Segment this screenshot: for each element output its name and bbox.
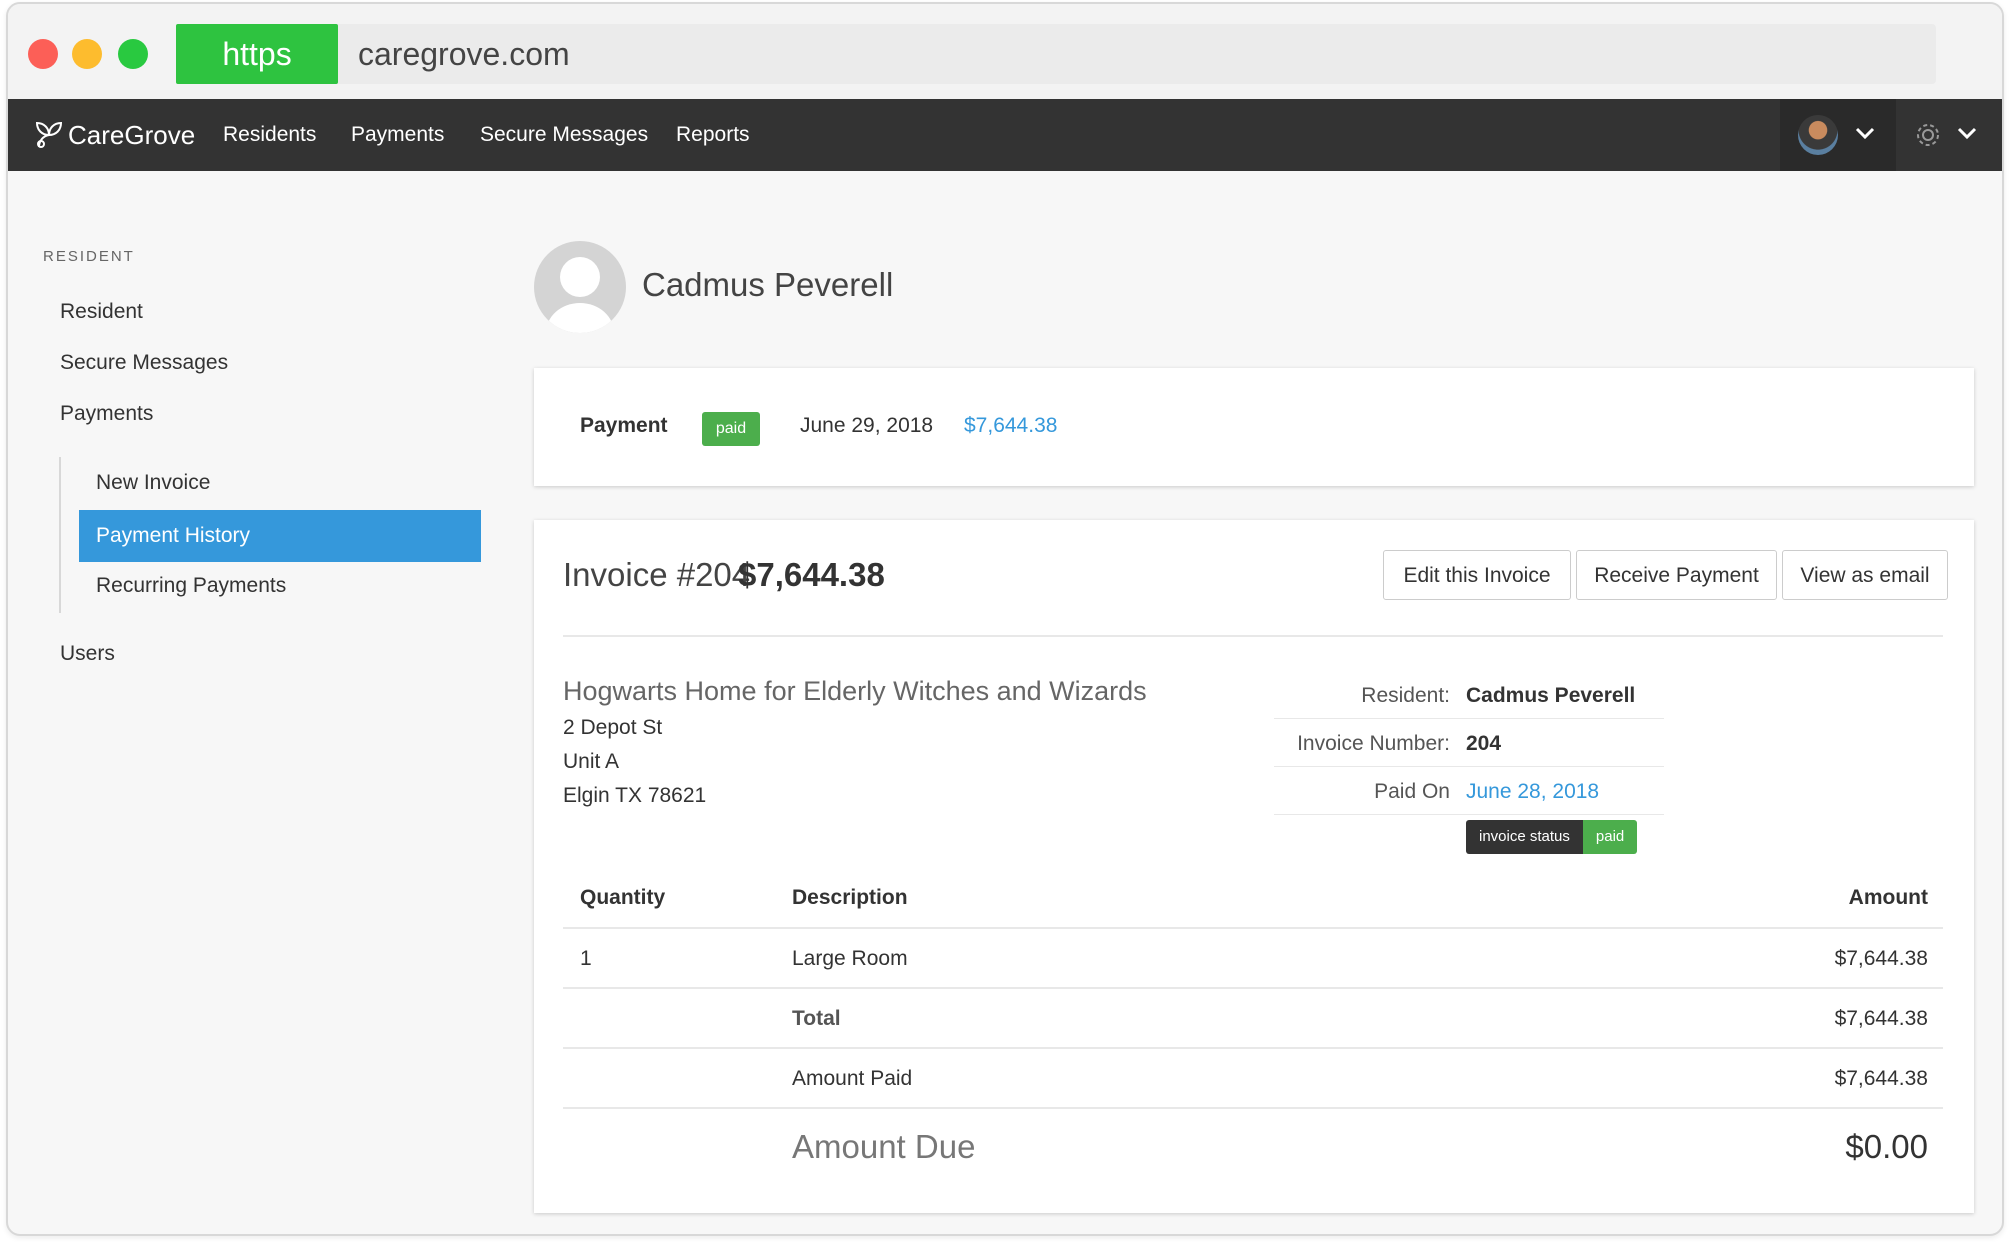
resident-key: Resident: bbox=[1361, 684, 1450, 707]
brand-name: CareGrove bbox=[68, 119, 196, 150]
meta-divider bbox=[1274, 766, 1664, 767]
payment-status-badge: paid bbox=[702, 412, 760, 446]
invoice-number-value: 204 bbox=[1466, 732, 1502, 755]
nav-reports[interactable]: Reports bbox=[676, 99, 750, 171]
invoice-total: $7,644.38 bbox=[738, 556, 885, 593]
line-item-description: Large Room bbox=[792, 947, 908, 970]
total-amount: $7,644.38 bbox=[1834, 1007, 1928, 1030]
brand-logo[interactable]: CareGrove bbox=[34, 99, 195, 171]
url-text[interactable]: caregrove.com bbox=[358, 24, 570, 84]
address-line: Unit A bbox=[563, 750, 620, 773]
amount-due-value: $0.00 bbox=[1845, 1128, 1928, 1165]
line-item-amount: $7,644.38 bbox=[1834, 947, 1928, 970]
leaf-logo-icon bbox=[35, 121, 63, 148]
table-divider bbox=[563, 1047, 1943, 1049]
meta-divider bbox=[1274, 814, 1664, 815]
submenu-divider bbox=[59, 457, 61, 613]
minimize-window-button[interactable] bbox=[72, 39, 102, 69]
person-placeholder-icon bbox=[546, 257, 614, 333]
paid-on-date-link[interactable]: June 28, 2018 bbox=[1466, 780, 1599, 804]
receive-payment-button[interactable]: Receive Payment bbox=[1576, 550, 1777, 600]
meta-divider bbox=[1274, 718, 1664, 719]
table-divider bbox=[563, 1107, 1943, 1109]
payment-date: June 29, 2018 bbox=[800, 414, 934, 437]
close-window-button[interactable] bbox=[28, 39, 58, 69]
payment-summary-card: Payment paid June 29, 2018 $7,644.38 bbox=[534, 368, 1974, 486]
payment-label: Payment bbox=[580, 414, 668, 437]
settings-menu[interactable] bbox=[1904, 99, 2002, 171]
browser-chrome: https caregrove.com bbox=[8, 4, 2002, 99]
sidebar-item-new-invoice[interactable]: New Invoice bbox=[96, 471, 210, 495]
total-label: Total bbox=[792, 1007, 841, 1030]
payment-amount-link[interactable]: $7,644.38 bbox=[964, 414, 1057, 438]
sidebar-item-secure-messages[interactable]: Secure Messages bbox=[60, 351, 228, 375]
top-navbar: CareGrove Residents Payments Secure Mess… bbox=[8, 99, 2002, 171]
resident-name: Cadmus Peverell bbox=[642, 266, 894, 303]
paid-on-key: Paid On bbox=[1374, 780, 1450, 803]
https-badge: https bbox=[176, 24, 338, 84]
sidebar-item-payment-history[interactable]: Payment History bbox=[79, 510, 481, 562]
user-avatar bbox=[1798, 115, 1838, 155]
invoice-title: Invoice #204 bbox=[563, 556, 751, 593]
edit-invoice-button[interactable]: Edit this Invoice bbox=[1383, 550, 1571, 600]
sidebar-item-users[interactable]: Users bbox=[60, 642, 115, 666]
invoice-status-value: paid bbox=[1582, 820, 1638, 854]
maximize-window-button[interactable] bbox=[118, 39, 148, 69]
invoice-status-badge: invoice status paid bbox=[1466, 820, 1638, 854]
chevron-down-icon bbox=[1957, 127, 1977, 140]
resident-value: Cadmus Peverell bbox=[1466, 684, 1636, 707]
sidebar-item-payments[interactable]: Payments bbox=[60, 402, 153, 426]
organization-name: Hogwarts Home for Elderly Witches and Wi… bbox=[563, 676, 1147, 706]
view-as-email-button[interactable]: View as email bbox=[1782, 550, 1948, 600]
sidebar-item-recurring-payments[interactable]: Recurring Payments bbox=[96, 574, 286, 598]
gear-icon bbox=[1917, 124, 1939, 146]
resident-avatar bbox=[534, 241, 626, 333]
amount-paid-value: $7,644.38 bbox=[1834, 1067, 1928, 1090]
column-header-description: Description bbox=[792, 886, 908, 909]
sidebar-item-resident[interactable]: Resident bbox=[60, 300, 143, 324]
table-divider bbox=[563, 987, 1943, 989]
address-line: 2 Depot St bbox=[563, 716, 663, 739]
amount-due-label: Amount Due bbox=[792, 1128, 976, 1165]
column-header-amount: Amount bbox=[1848, 886, 1928, 909]
user-menu[interactable] bbox=[1780, 99, 1896, 171]
table-divider bbox=[563, 927, 1943, 929]
sidebar-section-label: RESIDENT bbox=[43, 248, 135, 265]
address-line: Elgin TX 78621 bbox=[563, 784, 707, 807]
invoice-number-key: Invoice Number: bbox=[1297, 732, 1450, 755]
invoice-card: Invoice #204 $7,644.38 Edit this Invoice… bbox=[534, 520, 1974, 1213]
nav-payments[interactable]: Payments bbox=[351, 99, 444, 171]
nav-secure-messages[interactable]: Secure Messages bbox=[480, 99, 648, 171]
line-item-quantity: 1 bbox=[580, 947, 592, 970]
browser-window: https caregrove.com CareGrove Residents … bbox=[6, 2, 2004, 1236]
column-header-quantity: Quantity bbox=[580, 886, 666, 909]
amount-paid-label: Amount Paid bbox=[792, 1067, 913, 1090]
divider bbox=[563, 635, 1943, 637]
invoice-status-key: invoice status bbox=[1466, 820, 1583, 854]
chevron-down-icon bbox=[1855, 127, 1875, 140]
nav-residents[interactable]: Residents bbox=[223, 99, 316, 171]
